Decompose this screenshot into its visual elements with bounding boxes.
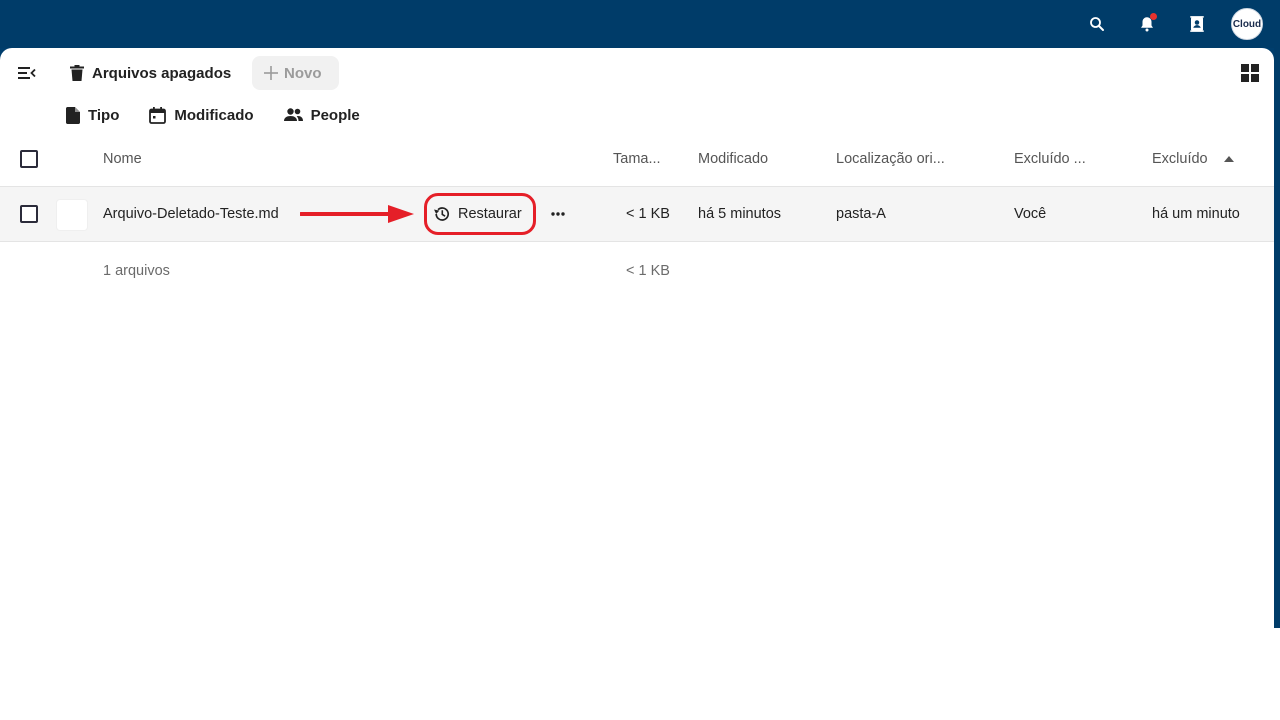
- contacts-icon[interactable]: [1183, 10, 1211, 38]
- right-edge-bottom: [1274, 628, 1280, 720]
- plus-icon: [264, 66, 278, 80]
- column-modified[interactable]: Modificado: [698, 151, 768, 167]
- annotation-arrow-icon: [299, 204, 416, 229]
- file-original-location: pasta-A: [836, 206, 886, 222]
- main-content: Arquivos apagados Novo Tipo Modificado P…: [0, 48, 1274, 720]
- filter-modified[interactable]: Modificado: [149, 106, 254, 124]
- filter-people[interactable]: People: [283, 106, 360, 124]
- filter-bar: Tipo Modificado People: [66, 102, 360, 128]
- avatar[interactable]: Cloud: [1231, 8, 1263, 40]
- select-all-checkbox[interactable]: [20, 150, 38, 168]
- top-bar: Cloud: [0, 0, 1280, 48]
- search-icon[interactable]: [1083, 10, 1111, 38]
- history-icon: [433, 205, 451, 223]
- restore-button[interactable]: Restaurar: [424, 193, 536, 235]
- file-thumbnail: [56, 199, 88, 231]
- column-size[interactable]: Tama...: [613, 151, 661, 167]
- file-size: < 1 KB: [626, 206, 670, 222]
- summary-size: < 1 KB: [626, 263, 670, 279]
- file-modified: há 5 minutos: [698, 206, 782, 222]
- filter-type-label: Tipo: [88, 106, 120, 124]
- column-original-location[interactable]: Localização ori...: [836, 151, 945, 167]
- notifications-icon[interactable]: [1133, 10, 1161, 38]
- row-checkbox[interactable]: [20, 205, 38, 223]
- filter-type[interactable]: Tipo: [66, 106, 120, 124]
- grid-view-icon[interactable]: [1236, 60, 1264, 86]
- column-name[interactable]: Nome: [103, 151, 142, 167]
- summary-count: 1 arquivos: [103, 263, 170, 279]
- column-deleted-by[interactable]: Excluído ...: [1014, 151, 1086, 167]
- table-row[interactable]: Arquivo-Deletado-Teste.md Restaurar < 1 …: [0, 186, 1274, 242]
- toggle-navigation-icon[interactable]: [12, 60, 42, 86]
- trash-icon: [70, 65, 84, 81]
- filter-modified-label: Modificado: [174, 106, 254, 124]
- restore-button-label: Restaurar: [458, 206, 522, 222]
- filter-people-label: People: [310, 106, 360, 124]
- notification-badge: [1150, 13, 1157, 20]
- file-name[interactable]: Arquivo-Deletado-Teste.md: [103, 206, 279, 222]
- breadcrumb-label: Arquivos apagados: [92, 64, 232, 82]
- column-deleted[interactable]: Excluído: [1152, 151, 1234, 167]
- new-button[interactable]: Novo: [252, 56, 339, 90]
- right-edge: [1274, 48, 1280, 628]
- column-deleted-label: Excluído: [1152, 151, 1208, 167]
- sort-ascending-icon: [1223, 156, 1234, 163]
- file-deleted: há um minuto: [1152, 206, 1240, 222]
- file-icon: [66, 106, 80, 124]
- file-deleted-by: Você: [1014, 206, 1047, 222]
- new-button-label: Novo: [284, 64, 322, 82]
- breadcrumb[interactable]: Arquivos apagados: [70, 60, 231, 86]
- calendar-icon: [149, 106, 167, 124]
- more-actions-icon[interactable]: [545, 201, 571, 227]
- people-icon: [283, 108, 303, 122]
